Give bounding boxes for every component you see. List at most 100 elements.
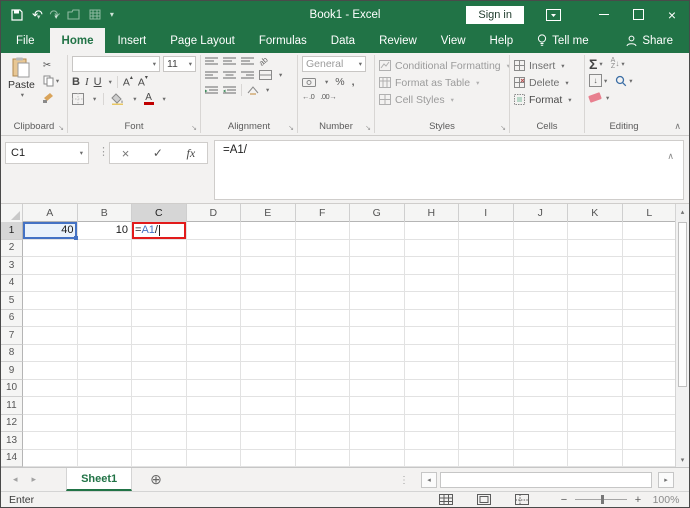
cell-D5[interactable] [186,292,241,310]
accounting-format-button[interactable] [302,77,316,87]
cell-I12[interactable] [459,414,514,432]
cell-J13[interactable] [513,432,568,450]
cell-E14[interactable] [241,449,296,467]
select-all-corner[interactable] [1,204,23,222]
cell-C4[interactable] [132,274,187,292]
formula-bar-resize-handle[interactable]: ⋮ [98,145,109,158]
cell-C5[interactable] [132,292,187,310]
cell-H14[interactable] [404,449,459,467]
merge-dropdown-icon[interactable]: ▾ [279,71,282,79]
cell-J4[interactable] [513,274,568,292]
cell-D9[interactable] [186,362,241,380]
cell-A1[interactable]: 40 [23,222,78,240]
cell-L14[interactable] [622,449,677,467]
cell-E1[interactable] [241,222,296,240]
cell-E13[interactable] [241,432,296,450]
cell-C11[interactable] [132,397,187,415]
cell-B3[interactable] [77,257,132,275]
column-header-J[interactable]: J [514,204,568,222]
copy-button[interactable]: ▾ [43,75,59,87]
cell-D14[interactable] [186,449,241,467]
row-header-9[interactable]: 9 [1,362,23,380]
format-painter-button[interactable] [42,91,59,103]
cell-H3[interactable] [404,257,459,275]
row-header-3[interactable]: 3 [1,257,23,275]
italic-button[interactable]: I [85,76,89,88]
cell-F5[interactable] [295,292,350,310]
cell-J10[interactable] [513,379,568,397]
redo-button[interactable]: ↷▾ [49,7,60,23]
cell-C13[interactable] [132,432,187,450]
cell-H8[interactable] [404,344,459,362]
cell-L8[interactable] [622,344,677,362]
cell-L11[interactable] [622,397,677,415]
align-bottom-icon[interactable] [241,57,254,66]
tab-view[interactable]: View [429,28,478,53]
cell-G12[interactable] [350,414,405,432]
row-header-4[interactable]: 4 [1,274,23,292]
cell-D12[interactable] [186,414,241,432]
cell-E3[interactable] [241,257,296,275]
sort-filter-button[interactable]: A Z ↓ ▾ [611,57,625,70]
cell-G5[interactable] [350,292,405,310]
cell-C2[interactable] [132,239,187,257]
enter-formula-button[interactable]: ✓ [153,146,163,160]
cancel-formula-button[interactable]: × [122,146,130,161]
ribbon-display-options-icon[interactable] [546,8,561,21]
font-color-button[interactable]: A [143,92,154,105]
cell-K6[interactable] [568,309,623,327]
cell-J5[interactable] [513,292,568,310]
cell-A14[interactable] [23,449,78,467]
row-header-1[interactable]: 1 [1,222,23,240]
cell-C6[interactable] [132,309,187,327]
cell-B1[interactable]: 10 [77,222,132,240]
paste-button[interactable]: Paste ▾ [5,56,38,103]
cell-J9[interactable] [513,362,568,380]
cell-F4[interactable] [295,274,350,292]
insert-function-button[interactable]: fx [187,146,196,161]
cell-H5[interactable] [404,292,459,310]
cell-J14[interactable] [513,449,568,467]
cell-C12[interactable] [132,414,187,432]
cell-A13[interactable] [23,432,78,450]
cell-L7[interactable] [622,327,677,345]
cell-D11[interactable] [186,397,241,415]
percent-style-button[interactable]: % [335,76,344,88]
cell-K3[interactable] [568,257,623,275]
row-header-12[interactable]: 12 [1,414,23,432]
scroll-left-icon[interactable]: ◂ [421,471,437,488]
tab-home[interactable]: Home [49,28,106,53]
cell-K10[interactable] [568,379,623,397]
font-size-combobox[interactable]: 11 ▾ [163,56,196,72]
cell-I11[interactable] [459,397,514,415]
decrease-indent-icon[interactable] [205,86,218,95]
cell-B5[interactable] [77,292,132,310]
column-header-G[interactable]: G [350,204,405,222]
cell-I14[interactable] [459,449,514,467]
cell-I1[interactable] [459,222,514,240]
column-header-I[interactable]: I [459,204,514,222]
horizontal-scrollbar[interactable]: ◂ ▸ [421,471,674,488]
page-layout-view-button[interactable] [465,494,503,505]
cell-H10[interactable] [404,379,459,397]
font-name-combobox[interactable]: ▾ [72,56,160,72]
zoom-out-icon[interactable]: − [559,494,569,506]
cell-E8[interactable] [241,344,296,362]
cell-I3[interactable] [459,257,514,275]
cell-L2[interactable] [622,239,677,257]
zoom-level[interactable]: 100% [643,494,689,506]
fill-color-dropdown-icon[interactable]: ▾ [133,95,136,103]
cell-G4[interactable] [350,274,405,292]
cell-L13[interactable] [622,432,677,450]
tab-review[interactable]: Review [367,28,429,53]
number-dialog-launcher[interactable]: ↘ [365,125,371,132]
row-header-11[interactable]: 11 [1,397,23,415]
font-dialog-launcher[interactable]: ↘ [191,125,197,132]
next-sheet-icon[interactable]: ▸ [32,474,37,485]
cell-C7[interactable] [132,327,187,345]
cell-A10[interactable] [23,379,78,397]
cell-I5[interactable] [459,292,514,310]
cell-J2[interactable] [513,239,568,257]
cell-H4[interactable] [404,274,459,292]
cell-F3[interactable] [295,257,350,275]
